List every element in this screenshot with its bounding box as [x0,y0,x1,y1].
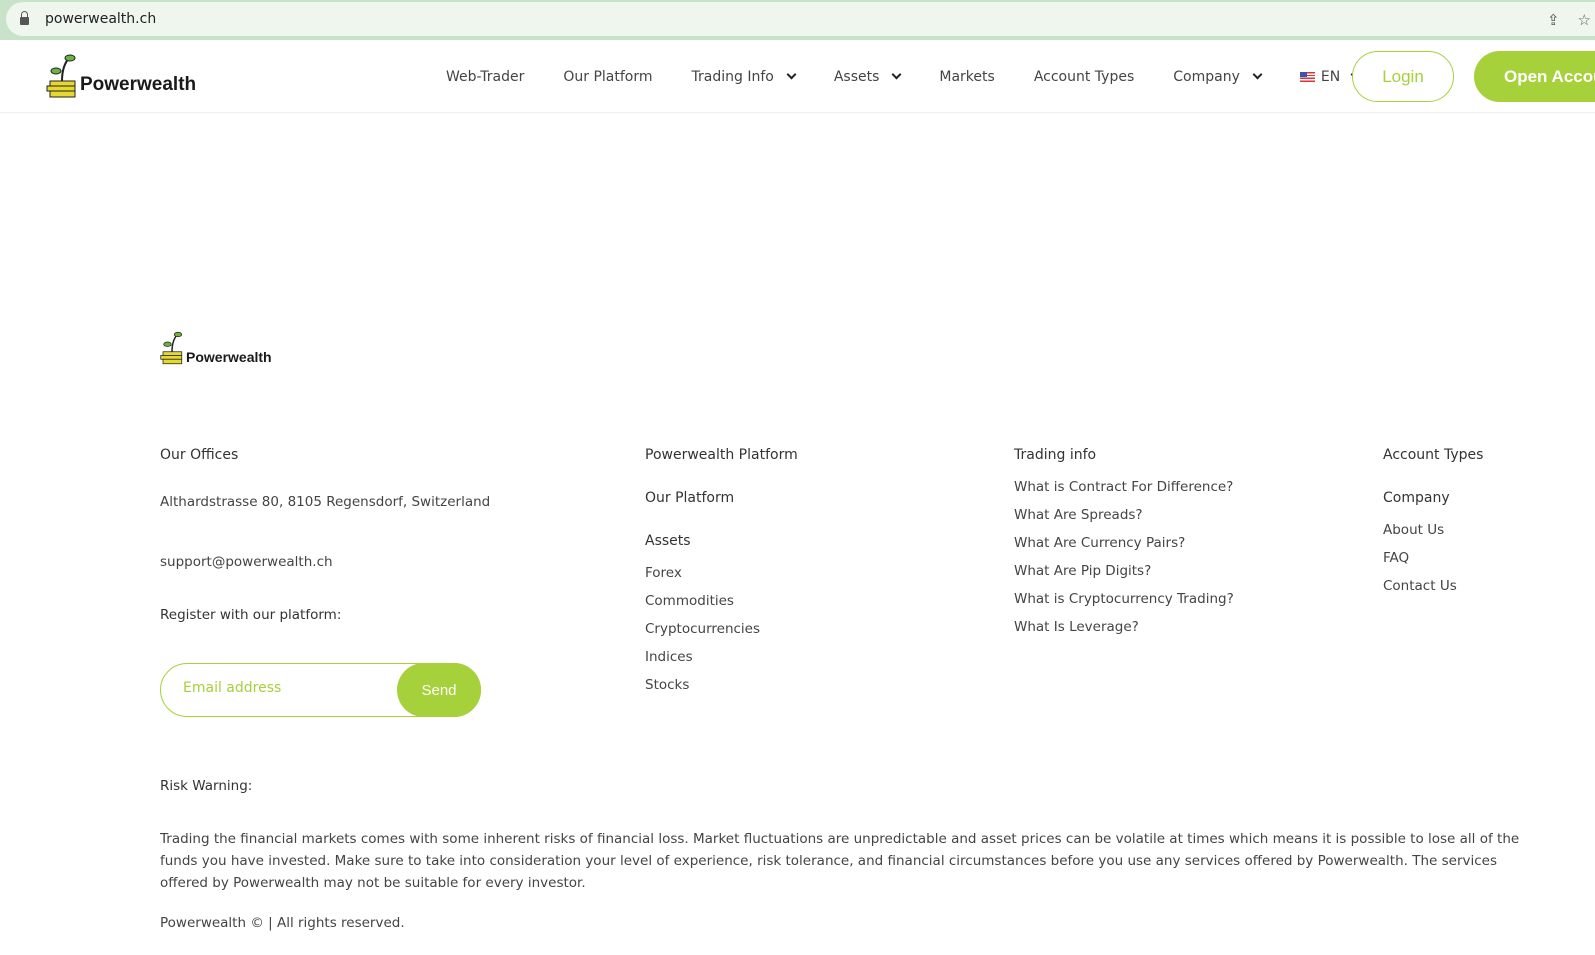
trading-link[interactable]: What is Contract For Difference? [1014,479,1233,495]
account-types-heading[interactable]: Account Types [1383,447,1483,463]
lock-icon [20,11,29,25]
chevron-down-icon [786,69,797,80]
company-heading[interactable]: Company [1383,490,1450,506]
risk-warning-heading: Risk Warning: [160,778,253,794]
nav-label: Markets [939,68,995,85]
nav-label: EN [1320,68,1341,85]
url-text[interactable]: powerwealth.ch [45,11,156,27]
language-selector[interactable]: EN [1299,68,1361,85]
nav-web-trader[interactable]: Web-Trader [446,69,524,85]
asset-link[interactable]: Forex [645,565,682,581]
risk-warning-text: Trading the financial markets comes with… [160,831,1520,891]
company-link[interactable]: About Us [1383,522,1444,538]
support-email-link[interactable]: support@powerwealth.ch [160,554,333,570]
newsletter-form: Send [160,663,481,717]
our-platform-link[interactable]: Our Platform [645,490,734,506]
company-link[interactable]: FAQ [1383,550,1409,566]
asset-link[interactable]: Indices [645,649,693,665]
us-flag-icon [1299,71,1315,82]
main-menu: Web-Trader Our Platform Trading Info Ass… [446,40,1398,113]
offices-heading: Our Offices [160,447,239,463]
nav-label: Company [1173,68,1240,85]
nav-label: Our Platform [563,68,653,85]
trading-link[interactable]: What Is Leverage? [1014,619,1139,635]
nav-label: Assets [833,68,880,85]
trading-link[interactable]: What Are Currency Pairs? [1014,535,1185,551]
asset-link[interactable]: Commodities [645,593,734,609]
nav-assets[interactable]: Assets [833,68,902,85]
address-bar[interactable]: powerwealth.ch ⇪ ☆ [6,2,1595,36]
chevron-down-icon [891,69,902,80]
nav-label: Trading Info [691,68,774,85]
email-input[interactable] [183,680,383,696]
top-nav: Powerwealth Web-Trader Our Platform Trad… [0,40,1595,113]
nav-account-types[interactable]: Account Types [1034,69,1134,85]
login-button[interactable]: Login [1352,51,1454,102]
nav-company[interactable]: Company [1173,68,1263,85]
logo-plant-coins-icon [46,54,76,98]
open-account-button[interactable]: Open Account [1474,51,1595,102]
browser-bar: powerwealth.ch ⇪ ☆ [0,0,1595,40]
assets-link[interactable]: Assets [645,533,691,549]
copyright: Powerwealth © | All rights reserved. [160,915,405,931]
nav-our-platform[interactable]: Our Platform [563,69,652,85]
footer-logo[interactable]: Powerwealth [160,330,272,366]
chevron-down-icon [1252,69,1263,80]
asset-link[interactable]: Stocks [645,677,689,693]
trading-link[interactable]: What Are Pip Digits? [1014,563,1151,579]
star-icon[interactable]: ☆ [1578,11,1591,29]
company-link[interactable]: Contact Us [1383,578,1457,594]
asset-link[interactable]: Cryptocurrencies [645,621,760,637]
office-address: Althardstrasse 80, 8105 Regensdorf, Swit… [160,494,491,510]
nav-label: Account Types [1033,68,1135,85]
nav-label: Web-Trader [446,68,525,85]
share-icon[interactable]: ⇪ [1547,11,1560,29]
logo-plant-coins-icon [160,331,183,365]
send-button[interactable]: Send [397,663,481,717]
logo[interactable]: Powerwealth [46,53,196,99]
trading-heading: Trading info [1014,447,1097,463]
nav-trading-info[interactable]: Trading Info [691,68,797,85]
trading-link[interactable]: What Are Spreads? [1014,507,1143,523]
platform-heading: Powerwealth Platform [645,447,798,463]
register-label: Register with our platform: [160,607,342,623]
nav-markets[interactable]: Markets [939,69,994,85]
trading-link[interactable]: What is Cryptocurrency Trading? [1014,591,1234,607]
